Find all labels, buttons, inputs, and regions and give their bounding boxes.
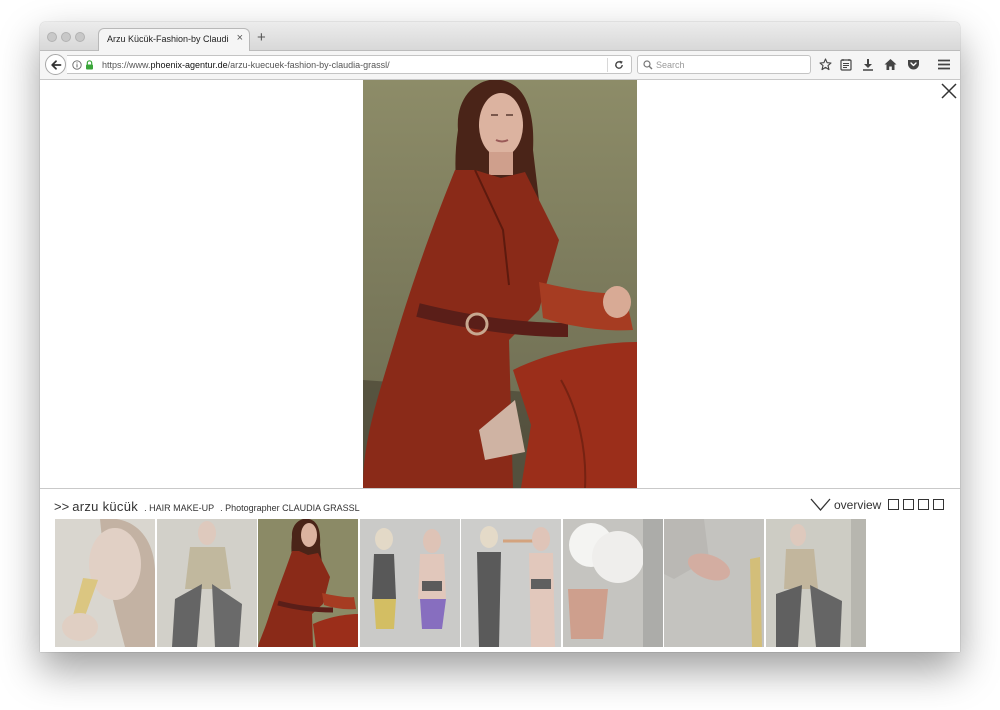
new-tab-button[interactable]: + [257, 30, 266, 45]
view-option-2[interactable] [903, 499, 914, 510]
info-icon[interactable] [72, 60, 82, 70]
url-prefix: https://www. [102, 60, 151, 70]
close-icon[interactable] [940, 82, 958, 100]
chevron-down-icon[interactable] [810, 498, 831, 512]
title-bar: Arzu Kücük-Fashion-by Claudia G × + [40, 22, 960, 51]
back-button[interactable] [45, 54, 66, 75]
reload-icon[interactable] [614, 60, 624, 70]
reading-list-icon[interactable] [840, 58, 852, 71]
home-icon[interactable] [884, 58, 897, 71]
download-icon[interactable] [862, 58, 874, 71]
lock-icon [86, 60, 93, 70]
search-icon [643, 60, 653, 70]
back-arrow-icon [51, 60, 62, 70]
browser-window: Arzu Kücük-Fashion-by Claudia G × + http… [40, 22, 960, 652]
pocket-icon[interactable] [907, 58, 920, 71]
zoom-window-button[interactable] [75, 32, 85, 42]
search-bar[interactable]: Search [637, 55, 811, 74]
url-bar[interactable]: https://www.phoenix-agentur.de/arzu-kuec… [67, 55, 632, 74]
thumbnail-4[interactable] [360, 519, 460, 647]
credit-hair-makeup: . HAIR MAKE-UP [144, 503, 215, 513]
thumbnail-5[interactable] [461, 519, 561, 647]
tab-close-icon[interactable]: × [237, 32, 243, 44]
thumbnail-3-active[interactable] [258, 519, 358, 647]
credit-photographer: . Photographer CLAUDIA GRASSL [220, 503, 360, 513]
main-photo [363, 80, 637, 488]
close-window-button[interactable] [47, 32, 57, 42]
thumbnail-1[interactable] [55, 519, 155, 647]
menu-icon[interactable] [937, 58, 951, 71]
thumbnail-7[interactable] [664, 519, 764, 647]
url-path: /arzu-kuecuek-fashion-by-claudia-grassl/ [227, 60, 390, 70]
thumbnail-8[interactable] [766, 519, 866, 647]
page-content: >> arzu kücük . HAIR MAKE-UP . Photographer… [40, 80, 960, 652]
view-option-3[interactable] [918, 499, 929, 510]
nav-bar: https://www.phoenix-agentur.de/arzu-kuec… [40, 51, 960, 80]
tab-active[interactable]: Arzu Kücük-Fashion-by Claudia G × [98, 28, 250, 51]
bookmark-star-icon[interactable] [819, 58, 832, 71]
overview-link[interactable]: overview [834, 498, 881, 512]
url-text: https://www.phoenix-agentur.de/arzu-kuec… [102, 60, 390, 70]
model-name: arzu kücük [72, 499, 139, 514]
caption-arrow: >> [54, 499, 70, 514]
view-option-1[interactable] [888, 499, 899, 510]
minimize-window-button[interactable] [61, 32, 71, 42]
url-host: phoenix-agentur.de [150, 60, 228, 70]
thumbnail-2[interactable] [157, 519, 257, 647]
gallery-caption: >> arzu kücük . HAIR MAKE-UP . Photographer… [54, 498, 360, 514]
tab-title: Arzu Kücük-Fashion-by Claudia G [107, 34, 229, 44]
view-option-4[interactable] [933, 499, 944, 510]
thumbnail-6[interactable] [563, 519, 663, 647]
divider [40, 488, 960, 489]
url-divider [607, 58, 608, 72]
search-input[interactable]: Search [656, 60, 685, 70]
